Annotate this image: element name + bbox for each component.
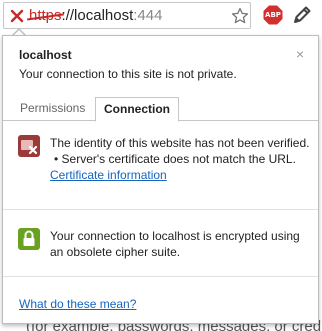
identity-bullet: • Server's certificate does not match th… xyxy=(54,152,296,166)
url-separator: :// xyxy=(61,7,75,24)
help-link[interactable]: What do these mean? xyxy=(19,297,136,311)
omnibox-bar: https://localhost:444 ABP xyxy=(0,0,322,31)
url-text[interactable]: https://localhost:444 xyxy=(29,7,162,25)
broken-lock-icon[interactable] xyxy=(9,8,25,24)
section-divider xyxy=(3,276,318,277)
url-scheme: https xyxy=(29,7,62,24)
url-port: :444 xyxy=(133,7,163,24)
close-button[interactable]: × xyxy=(296,46,304,62)
url-host: localhost xyxy=(74,7,134,24)
tab-permissions[interactable]: Permissions xyxy=(12,97,93,121)
star-icon[interactable] xyxy=(231,7,249,25)
page-info-popup: localhost Your connection to this site i… xyxy=(2,35,319,324)
url-field[interactable]: https://localhost:444 xyxy=(3,2,251,29)
section-divider xyxy=(3,209,318,210)
encryption-text: Your connection to localhost is encrypte… xyxy=(50,229,300,259)
site-name: localhost xyxy=(19,48,72,62)
identity-text-block: The identity of this website has not bee… xyxy=(50,135,310,183)
tab-bar: Permissions Connection xyxy=(3,97,318,122)
abp-label: ABP xyxy=(265,11,281,19)
identity-error-icon xyxy=(18,135,40,157)
pencil-icon[interactable] xyxy=(291,4,313,26)
encryption-lock-icon xyxy=(18,228,40,250)
tab-connection[interactable]: Connection xyxy=(95,97,179,122)
site-status: Your connection to this site is not priv… xyxy=(19,67,237,81)
certificate-info-link[interactable]: Certificate information xyxy=(50,168,167,182)
identity-message: The identity of this website has not bee… xyxy=(50,136,310,150)
